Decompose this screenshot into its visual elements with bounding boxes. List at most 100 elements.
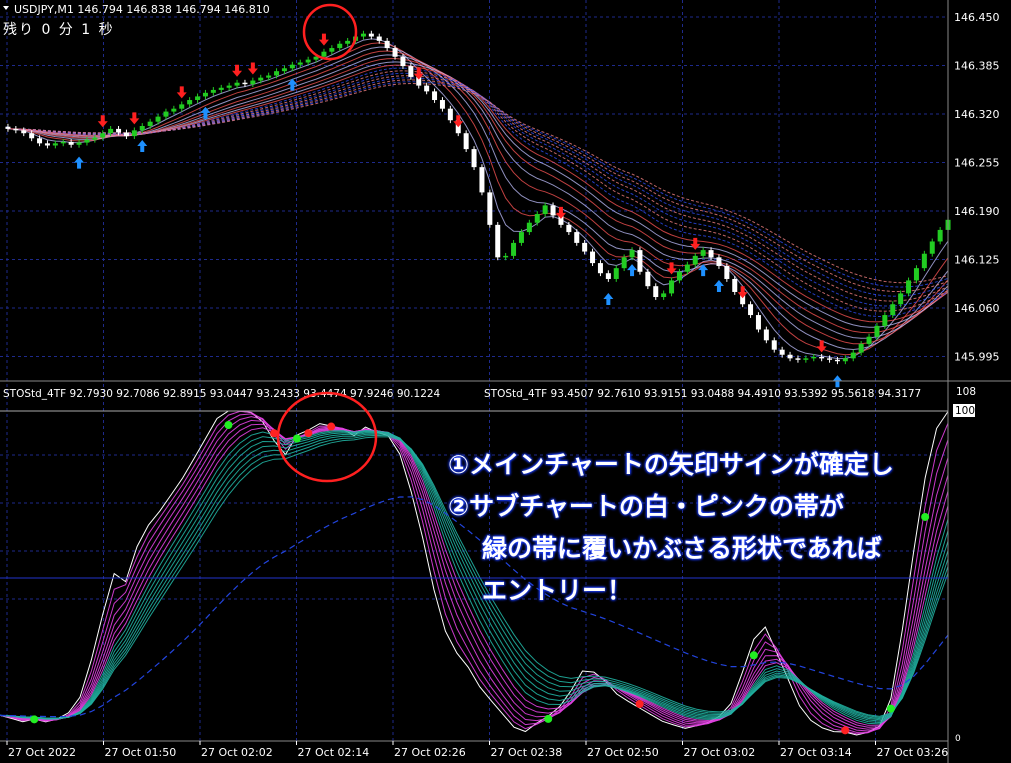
- candle-body: [226, 85, 232, 88]
- candle-body: [779, 349, 785, 355]
- candle-body: [202, 92, 208, 97]
- candle-body: [155, 116, 161, 122]
- annotation-line-4: エントリー！: [482, 576, 633, 605]
- signal-dot: [749, 651, 758, 660]
- signal-dot: [30, 715, 39, 724]
- candle-body: [131, 130, 137, 137]
- candle-body: [439, 100, 445, 109]
- time-tick-label: 27 Oct 03:02: [684, 746, 756, 759]
- candle-body: [637, 250, 643, 272]
- candle-body: [266, 75, 272, 78]
- candle-body: [566, 224, 572, 233]
- candle-body: [139, 126, 145, 131]
- up-arrow-icon: [74, 156, 85, 169]
- candle-body: [432, 91, 438, 101]
- signal-dot: [544, 714, 553, 723]
- candle-body: [518, 232, 524, 243]
- candle-body: [297, 62, 303, 65]
- price-tick-label: 145.995: [954, 351, 1000, 364]
- down-arrow-icon: [176, 86, 187, 99]
- price-tick-label: 146.255: [954, 157, 1000, 170]
- down-arrow-icon: [318, 33, 329, 46]
- candle-body: [171, 108, 177, 112]
- down-arrow-icon: [737, 286, 748, 299]
- candle-body: [811, 356, 817, 359]
- sub-scale-max: 108: [956, 386, 976, 398]
- candle-body: [463, 133, 469, 150]
- down-arrow-icon: [232, 64, 243, 77]
- candle-body: [305, 59, 311, 63]
- candle-body: [724, 265, 730, 279]
- candle-body: [692, 255, 698, 265]
- candle-body: [76, 142, 82, 145]
- ma-ribbon-line: [8, 82, 949, 284]
- symbol-dropdown-icon[interactable]: [3, 6, 9, 10]
- down-arrow-icon: [555, 206, 566, 219]
- candle-body: [834, 359, 840, 362]
- chart-stage: 146.450 146.385 146.320 146.255 146.190 146.1…: [0, 0, 1011, 763]
- candle-body: [929, 241, 935, 254]
- down-arrow-icon: [247, 62, 258, 75]
- candle-body: [700, 250, 706, 256]
- candle-body: [345, 40, 351, 44]
- down-arrow-icon: [129, 112, 140, 125]
- candle-body: [274, 71, 280, 76]
- candle-body: [590, 251, 596, 264]
- candle-body: [368, 33, 374, 37]
- candle-body: [234, 82, 240, 86]
- candle-body: [123, 132, 129, 137]
- time-tick-label: 27 Oct 03:26: [877, 746, 949, 759]
- ma-ribbon-line: [7, 81, 949, 288]
- signal-dot: [635, 700, 644, 709]
- time-tick-label: 27 Oct 02:02: [201, 746, 273, 759]
- time-tick-label: 27 Oct 02:26: [394, 746, 466, 759]
- candle-body: [44, 143, 50, 146]
- up-arrow-icon: [713, 279, 724, 292]
- candle-body: [179, 104, 185, 109]
- candle-body: [605, 273, 611, 279]
- candle-body: [629, 250, 635, 258]
- time-tick-label: 27 Oct 02:38: [491, 746, 563, 759]
- down-arrow-icon: [453, 115, 464, 128]
- time-tick-label: 27 Oct 03:14: [780, 746, 852, 759]
- candle-body: [874, 325, 880, 337]
- candle-body: [795, 358, 801, 360]
- candle-body: [921, 253, 927, 269]
- candle-body: [376, 36, 382, 41]
- candle-body: [819, 356, 825, 359]
- sub-zero-label: 0: [955, 734, 961, 744]
- signal-dot: [292, 434, 301, 443]
- candle-body: [321, 51, 327, 57]
- ma-ribbon-line: [7, 70, 949, 312]
- down-arrow-icon: [666, 262, 677, 275]
- candle-body: [210, 89, 216, 93]
- ma-ribbon-line: [7, 57, 949, 334]
- candle-body: [763, 329, 769, 341]
- sub-header-left: STOStd_4TF 92.7930 92.7086 92.8915 93.04…: [3, 388, 441, 400]
- candle-body: [163, 111, 169, 117]
- annotation-line-2: ②サブチャートの白・ピンクの帯が: [448, 492, 844, 521]
- candle-body: [676, 271, 682, 281]
- candle-body: [827, 358, 833, 360]
- candle-body: [866, 336, 872, 344]
- candle-body: [329, 48, 335, 52]
- signal-dot: [327, 422, 336, 431]
- candle-body: [60, 141, 66, 144]
- candle-body: [258, 77, 264, 81]
- candle-body: [684, 264, 690, 272]
- level-100-label: 100: [955, 405, 975, 417]
- candle-body: [597, 263, 603, 274]
- candle-body: [5, 126, 11, 129]
- annotation-line-3: 緑の帯に覆いかぶさる形状であれば: [482, 534, 882, 563]
- candle-body: [550, 205, 556, 216]
- grid: [0, 0, 948, 741]
- price-tick-label: 146.060: [954, 302, 1000, 315]
- sub-header-right: STOStd_4TF 93.4507 92.7610 93.9151 93.04…: [484, 388, 921, 400]
- ma-ribbon-line: [7, 75, 949, 302]
- candle-body: [13, 128, 19, 131]
- ma-ribbon-line: [7, 72, 949, 307]
- candle-body: [68, 141, 74, 145]
- candle-body: [613, 268, 619, 279]
- candle-body: [100, 133, 106, 138]
- candle-body: [913, 268, 919, 281]
